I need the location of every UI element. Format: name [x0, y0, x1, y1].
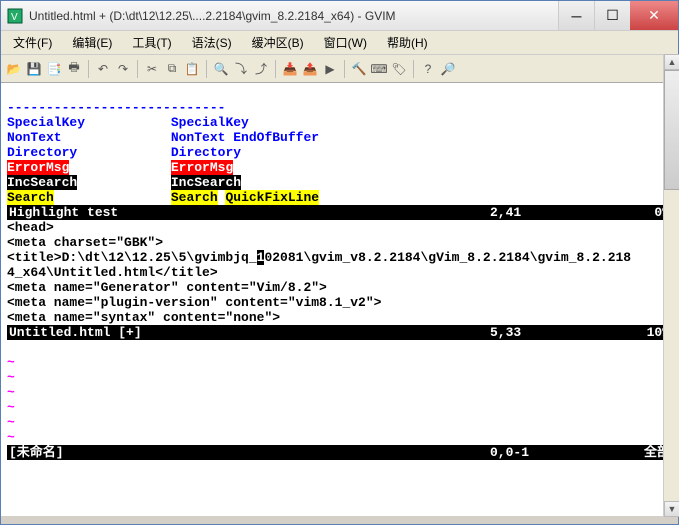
separator [413, 60, 414, 78]
cut-icon[interactable]: ✂ [143, 60, 161, 78]
line-syntax: <meta name="syntax" content="none"> [7, 310, 280, 325]
line-title-2: 4_x64\Untitled.html</title> [7, 265, 218, 280]
paste-icon[interactable]: 📋 [183, 60, 201, 78]
line-title-c: 02081\gvim_v8.2.2184\gVim_8.2.2184\gvim_… [264, 250, 631, 265]
save-icon[interactable]: 💾 [25, 60, 43, 78]
separator [88, 60, 89, 78]
status3-name: [未命名] [9, 445, 490, 460]
tilde-line: ~ [7, 415, 15, 430]
app-icon: V [7, 8, 23, 24]
status3-pos: 0,0-1 [490, 445, 610, 460]
undo-icon[interactable]: ↶ [94, 60, 112, 78]
hl-search-1: Search [7, 190, 54, 205]
status3-pct: 全部 [610, 445, 670, 460]
hl-directory-1: Directory [7, 145, 77, 160]
line-title-a: <title>D:\dt\12\12.25\5\gvimbjq_ [7, 250, 257, 265]
open-icon[interactable]: 📂 [5, 60, 23, 78]
saveall-icon[interactable]: 📑 [45, 60, 63, 78]
editor-area[interactable]: ---------------------------- SpecialKey … [1, 83, 678, 516]
findhelp-icon[interactable]: 🔎 [439, 60, 457, 78]
shell-icon[interactable]: ⌨ [370, 60, 388, 78]
session-save-icon[interactable]: 📤 [301, 60, 319, 78]
hl-endofbuffer: EndOfBuffer [233, 130, 319, 145]
status1-pct: 0% [610, 205, 670, 220]
hl-errormsg-2: ErrorMsg [171, 160, 233, 175]
findnext-icon[interactable]: ⤵ [232, 60, 250, 78]
run-icon[interactable]: ▶ [321, 60, 339, 78]
dash-line: ---------------------------- [7, 100, 225, 115]
menu-syntax[interactable]: 语法(S) [186, 32, 238, 53]
print-icon[interactable]: 🖶 [65, 60, 83, 78]
gvim-window: V Untitled.html + (D:\dt\12\12.25\....2.… [0, 0, 679, 525]
menu-tools[interactable]: 工具(T) [126, 32, 177, 53]
status1-pos: 2,41 [490, 205, 610, 220]
hl-specialkey-1: SpecialKey [7, 115, 85, 130]
hl-search-2: Search [171, 190, 218, 205]
status2-pos: 5,33 [490, 325, 610, 340]
hl-specialkey-2: SpecialKey [171, 115, 249, 130]
find-icon[interactable]: 🔍 [212, 60, 230, 78]
menubar: 文件(F) 编辑(E) 工具(T) 语法(S) 缓冲区(B) 窗口(W) 帮助(… [1, 31, 678, 55]
separator [137, 60, 138, 78]
scroll-down-icon[interactable]: ▼ [664, 501, 679, 517]
scroll-up-icon[interactable]: ▲ [664, 54, 679, 70]
maximize-button[interactable]: ☐ [594, 1, 630, 30]
session-load-icon[interactable]: 📥 [281, 60, 299, 78]
hl-errormsg-1: ErrorMsg [7, 160, 69, 175]
tag-icon[interactable]: 🏷 [390, 60, 408, 78]
tilde-line: ~ [7, 400, 15, 415]
menu-buffers[interactable]: 缓冲区(B) [246, 32, 310, 53]
titlebar[interactable]: V Untitled.html + (D:\dt\12\12.25\....2.… [1, 1, 678, 31]
statusbar-2: Untitled.html [+]5,3310% [7, 325, 672, 340]
status1-name: Highlight test [9, 205, 490, 220]
menu-edit[interactable]: 编辑(E) [66, 32, 118, 53]
hl-directory-2: Directory [171, 145, 241, 160]
tilde-line: ~ [7, 385, 15, 400]
separator [275, 60, 276, 78]
status2-name: Untitled.html [+] [9, 325, 490, 340]
findprev-icon[interactable]: ⤴ [252, 60, 270, 78]
status2-pct: 10% [610, 325, 670, 340]
toolbar: 📂 💾 📑 🖶 ↶ ↷ ✂ ⧉ 📋 🔍 ⤵ ⤴ 📥 📤 ▶ 🔨 ⌨ 🏷 ? 🔎 [1, 55, 678, 83]
tilde-line: ~ [7, 430, 15, 445]
separator [344, 60, 345, 78]
menu-file[interactable]: 文件(F) [7, 32, 58, 53]
help-icon[interactable]: ? [419, 60, 437, 78]
menu-help[interactable]: 帮助(H) [381, 32, 434, 53]
redo-icon[interactable]: ↷ [114, 60, 132, 78]
scroll-thumb[interactable] [664, 70, 679, 190]
window-buttons: ─ ☐ ✕ [558, 1, 678, 30]
vertical-scrollbar[interactable]: ▲ ▼ [663, 54, 679, 517]
minimize-button[interactable]: ─ [558, 1, 594, 30]
menu-window[interactable]: 窗口(W) [318, 32, 373, 53]
hl-nontext-1: NonText [7, 130, 62, 145]
statusbar-1: Highlight test2,410% [7, 205, 672, 220]
line-meta-charset: <meta charset="GBK"> [7, 235, 163, 250]
tilde-line: ~ [7, 355, 15, 370]
hl-nontext-2: NonText [171, 130, 226, 145]
copy-icon[interactable]: ⧉ [163, 60, 181, 78]
line-head: <head> [7, 220, 54, 235]
bottom-border [1, 516, 678, 524]
make-icon[interactable]: 🔨 [350, 60, 368, 78]
hl-incsearch-1: IncSearch [7, 175, 77, 190]
window-title: Untitled.html + (D:\dt\12\12.25\....2.21… [29, 9, 558, 23]
hl-incsearch-2: IncSearch [171, 175, 241, 190]
svg-text:V: V [11, 12, 18, 23]
close-button[interactable]: ✕ [630, 1, 678, 30]
separator [206, 60, 207, 78]
tilde-line: ~ [7, 370, 15, 385]
hl-quickfix: QuickFixLine [225, 190, 319, 205]
line-generator: <meta name="Generator" content="Vim/8.2"… [7, 280, 327, 295]
line-plugin: <meta name="plugin-version" content="vim… [7, 295, 381, 310]
statusbar-3: [未命名]0,0-1全部 [7, 445, 672, 460]
